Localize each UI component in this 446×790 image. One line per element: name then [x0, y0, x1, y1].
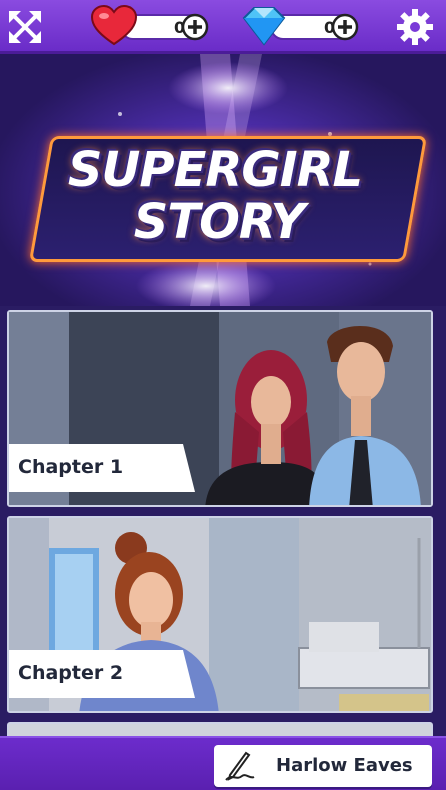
player-name: Harlow Eaves [276, 755, 413, 776]
game-title-banner: SUPERGIRL STORY [0, 54, 446, 306]
chapter-1-card[interactable]: Chapter 1 [7, 310, 433, 507]
add-gems-button[interactable] [331, 13, 359, 41]
pen-icon [225, 751, 255, 781]
game-title-line2: STORY [133, 194, 305, 250]
chapter-1-label: Chapter 1 [18, 456, 124, 478]
diamond-icon [242, 7, 286, 46]
bottom-bar: Harlow Eaves [0, 736, 446, 790]
chapter-2-card[interactable]: Chapter 2 [7, 516, 433, 713]
hearts-counter: 0 [90, 4, 209, 46]
chapter-2-label-plate: Chapter 2 [9, 650, 195, 698]
add-hearts-button[interactable] [181, 13, 209, 41]
gems-counter: 0 [242, 7, 359, 46]
gear-icon[interactable] [396, 8, 434, 46]
fullscreen-icon[interactable] [6, 8, 44, 46]
top-bar: 0 0 [0, 0, 446, 54]
chapter-2-label: Chapter 2 [18, 662, 124, 684]
game-title-line1: SUPERGIRL [67, 142, 363, 198]
player-name-button[interactable]: Harlow Eaves [214, 745, 432, 787]
chapter-1-label-plate: Chapter 1 [9, 444, 195, 492]
heart-icon [90, 4, 138, 46]
